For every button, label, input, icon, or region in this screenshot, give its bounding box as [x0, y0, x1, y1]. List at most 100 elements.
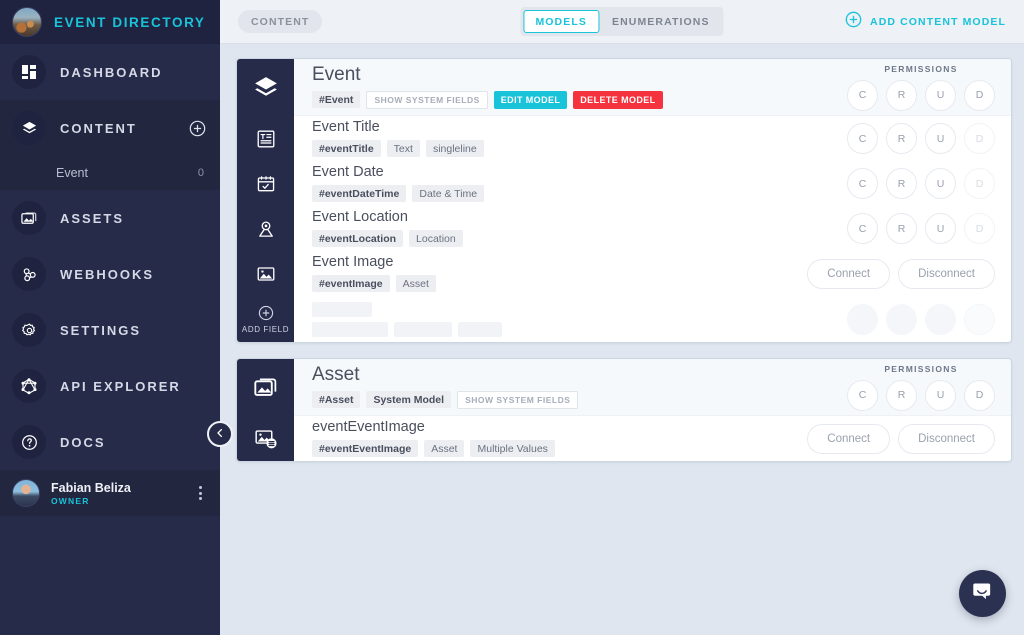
tab-enumerations[interactable]: ENUMERATIONS [601, 10, 721, 33]
add-content-model-button[interactable]: ADD CONTENT MODEL [845, 11, 1006, 33]
model-tags: #Asset System Model SHOW SYSTEM FIELDS [312, 390, 847, 409]
permission-create[interactable]: C [847, 168, 878, 199]
permission-update[interactable]: U [925, 379, 956, 411]
edit-model-button[interactable]: EDIT MODEL [493, 90, 568, 109]
permission-update[interactable]: U [925, 123, 956, 154]
disconnect-button[interactable]: Disconnect [898, 258, 995, 289]
model-header-row: Event #Event SHOW SYSTEM FIELDS EDIT MOD… [294, 59, 1011, 116]
sidebar-item-api-explorer[interactable]: API EXPLORER [0, 358, 220, 414]
user-role: OWNER [51, 495, 90, 506]
show-system-fields-button[interactable]: SHOW SYSTEM FIELDS [366, 90, 488, 109]
sidebar-nav: DASHBOARD CONTENT Event 0 ASSETS WEBHOOK… [0, 44, 220, 470]
field-permissions: C R U D [847, 123, 995, 154]
skeleton-circle [964, 303, 995, 335]
permission-create[interactable]: C [847, 379, 878, 411]
model-tags: #Event SHOW SYSTEM FIELDS EDIT MODEL DEL… [312, 90, 847, 109]
sidebar-item-settings[interactable]: SETTINGS [0, 302, 220, 358]
field-left: Event Image #eventImage Asset [312, 254, 807, 293]
image-icon [237, 251, 294, 296]
photos-icon [237, 359, 294, 416]
sidebar-item-label: CONTENT [60, 120, 137, 136]
dashboard-grid-icon [12, 55, 46, 89]
field-left-skeleton [312, 301, 847, 337]
view-tabs: MODELS ENUMERATIONS [520, 7, 724, 36]
model-rail: ADD FIELD [237, 59, 294, 342]
sidebar-item-dashboard[interactable]: DASHBOARD [0, 44, 220, 100]
kebab-menu-icon[interactable] [199, 486, 208, 500]
field-row-loading-placeholder [294, 296, 1011, 342]
tab-models[interactable]: MODELS [523, 10, 599, 33]
skeleton-circle [925, 303, 956, 335]
model-card-body: Asset #Asset System Model SHOW SYSTEM FI… [294, 359, 1011, 461]
brand-header[interactable]: EVENT DIRECTORY [0, 0, 220, 44]
layers-icon [12, 111, 46, 145]
chat-bubble-icon [971, 580, 994, 608]
sidebar-collapse-button[interactable] [207, 421, 233, 447]
field-name: Event Date [312, 163, 384, 180]
permission-read[interactable]: R [886, 213, 917, 244]
permission-read[interactable]: R [886, 379, 917, 411]
permission-read[interactable]: R [886, 79, 917, 111]
permission-read[interactable]: R [886, 123, 917, 154]
permission-update[interactable]: U [925, 79, 956, 111]
field-row-event-event-image: eventEventImage #eventEventImage Asset M… [294, 416, 1011, 461]
permissions-title: PERMISSIONS [884, 363, 958, 374]
show-system-fields-button[interactable]: SHOW SYSTEM FIELDS [457, 390, 579, 409]
page-title: Event [312, 64, 361, 86]
permission-read[interactable]: R [886, 168, 917, 199]
question-circle-icon [12, 425, 46, 459]
field-name: Event Location [312, 208, 408, 225]
skeleton-bar [312, 321, 388, 337]
sidebar-item-content[interactable]: CONTENT [0, 100, 220, 156]
field-permissions: C R U D [847, 213, 995, 244]
sidebar-item-assets[interactable]: ASSETS [0, 190, 220, 246]
skeleton-bar [312, 301, 372, 317]
permissions-row: C R U D [847, 213, 995, 244]
field-type-tag: Location [409, 230, 463, 248]
permission-delete[interactable]: D [964, 79, 995, 111]
connect-button[interactable]: Connect [807, 423, 891, 454]
field-type-tag: Date & Time [412, 185, 485, 203]
chat-launcher-button[interactable] [959, 570, 1006, 617]
webhook-icon [12, 257, 46, 291]
user-account-row[interactable]: Fabian Beliza OWNER [0, 470, 220, 516]
layers-icon [237, 59, 294, 116]
breadcrumb[interactable]: CONTENT [238, 10, 323, 33]
field-row-event-location: Event Location #eventLocation Location C… [294, 206, 1011, 251]
topbar: CONTENT MODELS ENUMERATIONS ADD CONTENT … [220, 0, 1024, 44]
app-root: EVENT DIRECTORY DASHBOARD CONTENT Event … [0, 0, 1024, 635]
permission-create[interactable]: C [847, 123, 878, 154]
permission-create[interactable]: C [847, 79, 878, 111]
field-row-event-title: Event Title #eventTitle Text singleline … [294, 116, 1011, 161]
permissions-row-skeleton [847, 303, 995, 335]
permission-update[interactable]: U [925, 213, 956, 244]
delete-model-button[interactable]: DELETE MODEL [573, 90, 663, 109]
sidebar-item-event[interactable]: Event 0 [0, 156, 220, 190]
skeleton-bar [394, 321, 452, 337]
plus-circle-icon[interactable] [189, 120, 206, 137]
permissions-title: PERMISSIONS [884, 63, 958, 74]
sidebar-item-docs[interactable]: DOCS [0, 414, 220, 470]
avatar [12, 479, 40, 507]
model-api-id-tag: #Asset [312, 391, 361, 409]
sidebar-item-webhooks[interactable]: WEBHOOKS [0, 246, 220, 302]
permissions-row: C R U D [847, 123, 995, 154]
text-document-icon [237, 116, 294, 161]
skeleton-tags [312, 321, 847, 337]
page-title: Asset [312, 364, 360, 386]
disconnect-button[interactable]: Disconnect [898, 423, 995, 454]
permission-delete[interactable]: D [964, 379, 995, 411]
field-tags: #eventLocation Location [312, 230, 847, 248]
connect-button[interactable]: Connect [807, 258, 891, 289]
user-meta: Fabian Beliza OWNER [51, 481, 188, 506]
field-left: Event Date #eventDateTime Date & Time [312, 163, 847, 203]
permission-create[interactable]: C [847, 213, 878, 244]
field-api-id-tag: #eventLocation [312, 230, 404, 248]
image-multiple-icon [237, 416, 294, 461]
permission-update[interactable]: U [925, 168, 956, 199]
field-type-tag: Asset [395, 275, 436, 293]
field-row-event-image: Event Image #eventImage Asset Connect Di… [294, 251, 1011, 296]
permissions-group: PERMISSIONS C R U D [847, 64, 995, 111]
add-field-button[interactable]: ADD FIELD [237, 296, 294, 342]
festival-photo-avatar [12, 7, 42, 37]
